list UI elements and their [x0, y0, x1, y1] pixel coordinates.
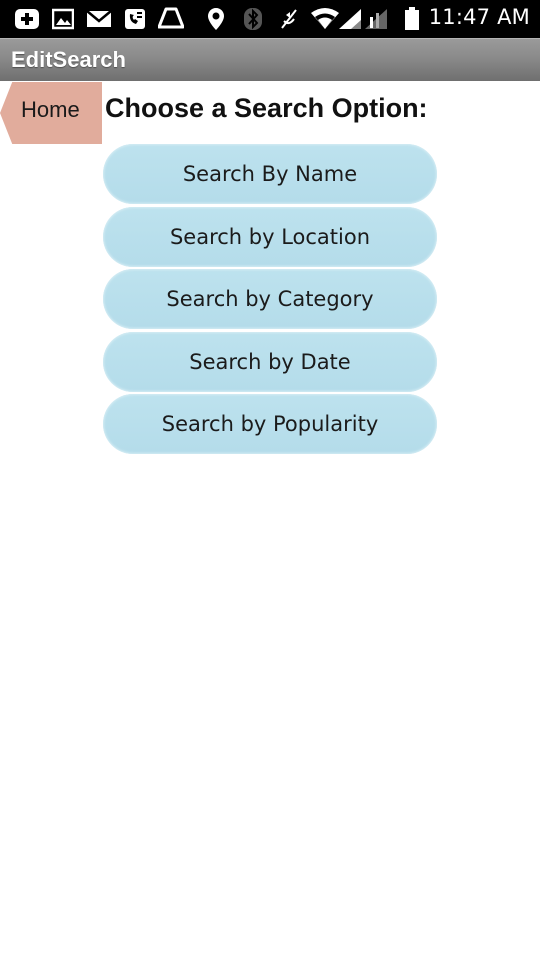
title-bar: EditSearch [0, 38, 540, 81]
signal-icon [338, 7, 364, 31]
plus-box-icon [14, 7, 40, 31]
drive-icon [158, 7, 184, 31]
location-pin-icon [207, 7, 225, 31]
wifi-icon [310, 7, 340, 31]
signal-icon [364, 7, 390, 31]
status-time: 11:47 AM [428, 5, 530, 29]
app-title: EditSearch [11, 47, 126, 72]
mail-icon [86, 7, 112, 31]
search-by-popularity-button[interactable]: Search by Popularity [103, 394, 437, 454]
status-bar: 11:47 AM [0, 0, 540, 38]
search-by-date-button[interactable]: Search by Date [103, 331, 437, 392]
search-by-name-button[interactable]: Search By Name [103, 144, 437, 204]
bluetooth-icon [243, 7, 263, 31]
home-button[interactable]: Home [0, 82, 102, 144]
page-heading: Choose a Search Option: [105, 93, 428, 123]
search-by-location-button[interactable]: Search by Location [103, 206, 437, 267]
search-options-list: Search By Name Search by Location Search… [103, 144, 437, 457]
image-icon [52, 7, 74, 31]
search-by-category-button[interactable]: Search by Category [103, 269, 437, 329]
home-button-label: Home [21, 97, 80, 122]
battery-icon [404, 7, 420, 31]
voicemail-icon [124, 7, 146, 31]
mute-icon [278, 7, 300, 31]
